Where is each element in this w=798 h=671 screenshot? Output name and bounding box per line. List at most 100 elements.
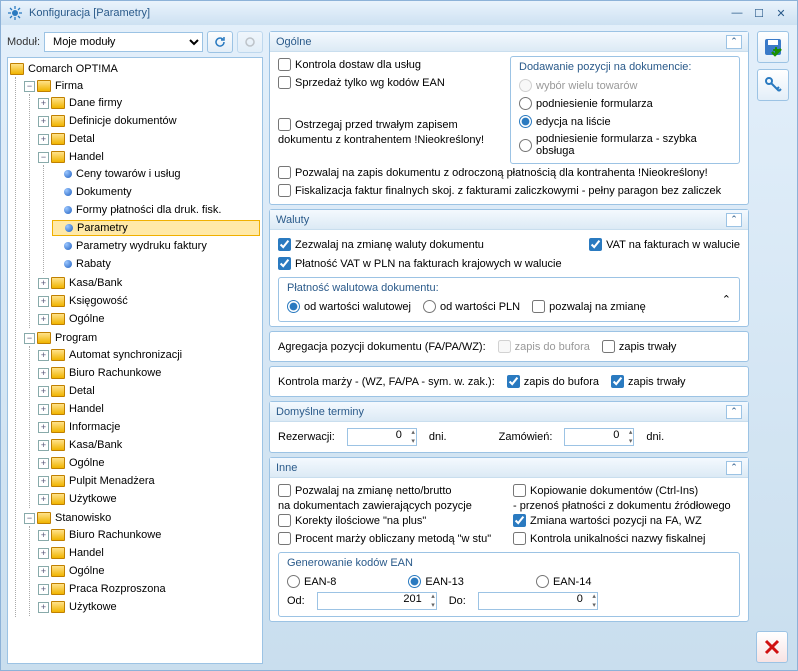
tree-ogolne[interactable]: +Ogólne [38,311,260,327]
chk-netto-brutto[interactable]: Pozwalaj na zmianę netto/brutto [278,484,452,497]
tree-detal[interactable]: +Detal [38,131,260,147]
tree-rabaty[interactable]: Rabaty [52,256,260,272]
zamowien-input[interactable]: 0 [564,428,634,446]
tree-dokumenty[interactable]: Dokumenty [52,184,260,200]
tree-informacje[interactable]: +Informacje [38,419,260,435]
tree-dane-firmy[interactable]: +Dane firmy [38,95,260,111]
chk-pozwalaj-zmiane[interactable]: pozwalaj na zmianę [532,300,646,313]
tree-formy-plat[interactable]: Formy płatności dla druk. fisk. [52,202,260,218]
collapse-icon[interactable]: ⌃ [726,461,742,475]
tree-ceny[interactable]: Ceny towarów i usług [52,166,260,182]
group-title: Ogólne [276,36,726,48]
tree-pulpit[interactable]: +Pulpit Menadżera [38,473,260,489]
chk-ostrzegaj[interactable]: Ostrzegaj przed trwałym zapisem [278,118,458,131]
od-label: Od: [287,595,305,607]
tree-ksiegowosc[interactable]: +Księgowość [38,293,260,309]
rad-wybor-wielu: wybór wielu towarów [519,79,637,92]
chk-vat-faktury[interactable]: VAT na fakturach w walucie [589,238,740,251]
dodawanie-box: Dodawanie pozycji na dokumencie: wybór w… [510,56,740,164]
rad-ean8[interactable]: EAN-8 [287,575,336,588]
filter-button[interactable] [237,31,263,53]
rezerwacji-label: Rezerwacji: [278,431,335,443]
chk-agr-trwaly[interactable]: zapis trwały [602,340,676,353]
rad-wal-walutowej[interactable]: od wartości walutowej [287,300,411,313]
app-icon [7,5,23,21]
agregacja-label: Agregacja pozycji dokumentu (FA/PA/WZ): [278,341,486,353]
group-waluty: Waluty⌃ Zezwalaj na zmianę waluty dokume… [269,209,749,327]
collapse-icon[interactable]: ⌃ [726,213,742,227]
do-input[interactable]: 0 [478,592,598,610]
tree-param-wydr[interactable]: Parametry wydruku faktury [52,238,260,254]
window-title: Konfiguracja [Parametry] [29,7,725,19]
collapse-icon[interactable]: ⌃ [722,293,731,306]
zamowien-label: Zamówień: [499,431,553,443]
chk-km-trwaly[interactable]: zapis trwały [611,375,685,388]
dodawanie-title: Dodawanie pozycji na dokumencie: [519,61,731,73]
tree-root[interactable]: Comarch OPT!MA [10,61,260,77]
dni-label: dni. [429,431,447,443]
chk-fiskalizacja[interactable]: Fiskalizacja faktur finalnych skoj. z fa… [278,184,721,197]
chk-km-bufor[interactable]: zapis do bufora [507,375,599,388]
tree-def-dok[interactable]: +Definicje dokumentów [38,113,260,129]
gen-ean-title: Generowanie kodów EAN [287,557,731,569]
tree-ogolne2[interactable]: +Ogólne [38,455,260,471]
rezerwacji-input[interactable]: 0 [347,428,417,446]
config-tree[interactable]: Comarch OPT!MA −Firma +Dane firmy +Defin… [7,57,263,664]
minimize-button[interactable]: — [727,5,747,21]
group-ogolne: Ogólne⌃ Kontrola dostaw dla usług Sprzed… [269,31,749,205]
tree-biuro-rach2[interactable]: +Biuro Rachunkowe [38,527,260,543]
tree-detal2[interactable]: +Detal [38,383,260,399]
chk-kopiowanie[interactable]: Kopiowanie dokumentów (Ctrl-Ins) [513,484,698,497]
tree-stanowisko[interactable]: −Stanowisko [24,510,260,526]
group-kontrola-marzy: Kontrola marży - (WZ, FA/PA - sym. w. za… [269,366,749,397]
tree-handel3[interactable]: +Handel [38,545,260,561]
chk-kontrola-dostaw[interactable]: Kontrola dostaw dla usług [278,58,421,71]
kontrola-marzy-label: Kontrola marży - (WZ, FA/PA - sym. w. za… [278,376,495,388]
module-select[interactable]: Moje moduły [44,32,203,52]
save-button[interactable] [757,31,789,63]
chk-pozwalaj-zapis[interactable]: Pozwalaj na zapis dokumentu z odroczoną … [278,166,708,179]
rad-wal-pln[interactable]: od wartości PLN [423,300,520,313]
chk-korekty[interactable]: Korekty ilościowe "na plus" [278,514,426,527]
collapse-icon[interactable]: ⌃ [726,405,742,419]
rad-podniesienie[interactable]: podniesienie formularza [519,97,653,110]
maximize-button[interactable]: ☐ [749,5,769,21]
tree-kasa-bank2[interactable]: +Kasa/Bank [38,437,260,453]
tree-handel[interactable]: −Handel [38,149,260,165]
tree-biuro-rach[interactable]: +Biuro Rachunkowe [38,365,260,381]
chk-platnosc-vat[interactable]: Płatność VAT w PLN na fakturach krajowyc… [278,257,562,270]
tree-program[interactable]: −Program [24,330,260,346]
rad-edycja[interactable]: edycja na liście [519,115,611,128]
group-inne: Inne⌃ Pozwalaj na zmianę netto/brutto na… [269,457,749,622]
refresh-button[interactable] [207,31,233,53]
chk-sprzedaz-ean[interactable]: Sprzedaż tylko wg kodów EAN [278,76,445,89]
rad-ean13[interactable]: EAN-13 [408,575,464,588]
close-button[interactable]: ✕ [771,5,791,21]
plat-walut-box: Płatność walutowa dokumentu: od wartości… [278,277,740,322]
tree-firma[interactable]: −Firma [24,78,260,94]
rad-ean14[interactable]: EAN-14 [536,575,592,588]
chk-agr-bufor: zapis do bufora [498,340,590,353]
chk-zezwalaj-walute[interactable]: Zezwalaj na zmianę waluty dokumentu [278,238,484,251]
dni-label2: dni. [646,431,664,443]
titlebar: Konfiguracja [Parametry] — ☐ ✕ [1,1,797,25]
group-title: Waluty [276,214,726,226]
tree-kasa-bank[interactable]: +Kasa/Bank [38,275,260,291]
key-button[interactable] [757,69,789,101]
chk-procent-marzy[interactable]: Procent marży obliczany metodą "w stu" [278,532,491,545]
tree-uzytkowe2[interactable]: +Użytkowe [38,599,260,615]
tree-parametry[interactable]: Parametry [52,220,260,236]
chk-zmiana-wart[interactable]: Zmiana wartości pozycji na FA, WZ [513,514,702,527]
tree-praca-rozp[interactable]: +Praca Rozproszona [38,581,260,597]
netto-brutto-line2: na dokumentach zawierających pozycje [278,500,472,512]
collapse-icon[interactable]: ⌃ [726,35,742,49]
rad-podniesienie-szybka[interactable]: podniesienie formularza - szybka obsługa [519,133,731,157]
chk-ostrzegaj-line2: dokumentu z kontrahentem !Nieokreślony! [278,134,484,146]
tree-ogolne3[interactable]: +Ogólne [38,563,260,579]
tree-handel2[interactable]: +Handel [38,401,260,417]
cancel-button[interactable] [756,631,788,663]
tree-uzytkowe[interactable]: +Użytkowe [38,491,260,507]
tree-auto-sync[interactable]: +Automat synchronizacji [38,347,260,363]
chk-kontrola-unik[interactable]: Kontrola unikalności nazwy fiskalnej [513,532,705,545]
od-input[interactable]: 201 [317,592,437,610]
